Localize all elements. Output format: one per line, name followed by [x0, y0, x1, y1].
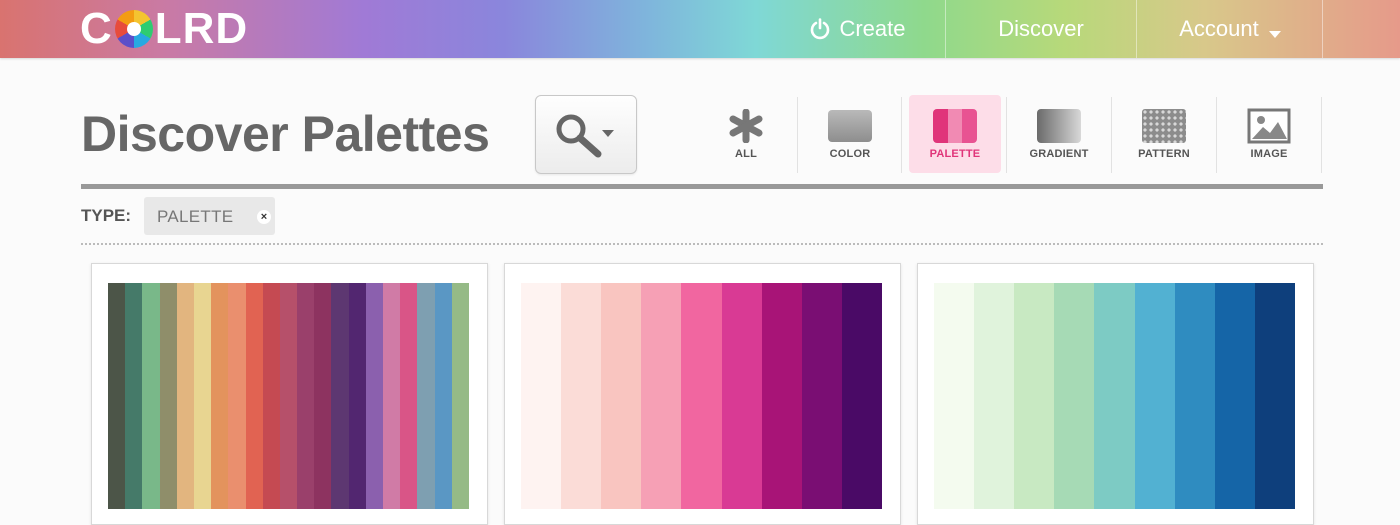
colrd-logo[interactable]: C LRD: [80, 4, 249, 53]
color-swatch: [974, 283, 1015, 509]
dotted-divider: [81, 243, 1323, 245]
caret-down-icon: [1268, 30, 1281, 38]
color-swatch: [841, 283, 882, 509]
magnifier-icon: [556, 114, 614, 158]
color-swatch: [721, 283, 762, 509]
color-swatch: [641, 283, 682, 509]
color-swatch: [365, 283, 383, 509]
header-rule: [81, 184, 1323, 189]
nav-discover[interactable]: Discover: [945, 0, 1136, 58]
gradient-icon: [1037, 109, 1081, 143]
nav-create[interactable]: Create: [770, 0, 945, 58]
color-swatch: [279, 283, 298, 509]
color-swatch: [1094, 283, 1135, 509]
color-swatch: [1174, 283, 1215, 509]
color-swatch: [451, 283, 469, 509]
palette-swatch-strip: [108, 283, 469, 509]
color-swatch: [193, 283, 212, 509]
color-swatch: [1214, 283, 1255, 509]
palette-swatch-strip: [521, 283, 882, 509]
filter-gradient[interactable]: GRADIENT: [1007, 95, 1111, 175]
color-swatch: [262, 283, 280, 509]
logo-letters-lrd: LRD: [154, 4, 249, 53]
filter-pattern[interactable]: PATTERN: [1112, 95, 1216, 175]
pattern-icon: [1142, 109, 1186, 143]
color-swatch: [142, 283, 160, 509]
image-icon: [1247, 108, 1291, 144]
type-filter-tag: PALETTE ×: [144, 197, 275, 235]
nav-create-label: Create: [839, 16, 906, 41]
filter-color-label: COLOR: [829, 148, 871, 160]
palette-card[interactable]: [504, 263, 901, 525]
palette-card[interactable]: [91, 263, 488, 525]
color-swatch: [521, 283, 562, 509]
color-swatch: [801, 283, 842, 509]
color-swatch: [1134, 283, 1175, 509]
color-swatch: [417, 283, 435, 509]
palette-card[interactable]: [917, 263, 1314, 525]
divider: [1321, 97, 1322, 173]
filter-image[interactable]: IMAGE: [1217, 95, 1321, 175]
color-swatch: [761, 283, 802, 509]
color-wheel-icon: [114, 10, 153, 48]
nav-spacer: [1322, 0, 1400, 58]
logo-letter-c: C: [80, 4, 113, 53]
color-swatch: [211, 283, 229, 509]
color-swatch: [400, 283, 418, 509]
color-swatch: [601, 283, 642, 509]
filter-all[interactable]: ALL: [694, 95, 798, 175]
color-swatch: [297, 283, 315, 509]
color-swatch: [331, 283, 349, 509]
color-swatch-icon: [828, 110, 872, 142]
type-filter-tag-text: PALETTE: [157, 207, 234, 226]
palette-icon: [933, 109, 977, 143]
nav-discover-label: Discover: [998, 16, 1084, 41]
color-swatch: [934, 283, 975, 509]
color-swatch: [159, 283, 177, 509]
color-swatch: [125, 283, 143, 509]
color-swatch: [1014, 283, 1055, 509]
color-swatch: [1254, 283, 1295, 509]
filter-gradient-label: GRADIENT: [1029, 148, 1089, 160]
filter-palette-label: PALETTE: [929, 148, 981, 160]
filter-color[interactable]: COLOR: [798, 95, 902, 175]
asterisk-icon: [729, 109, 763, 143]
divider: [901, 97, 902, 173]
filter-image-label: IMAGE: [1250, 148, 1288, 160]
filter-palette[interactable]: PALETTE: [909, 95, 1001, 173]
filter-pattern-label: PATTERN: [1138, 148, 1190, 160]
color-swatch: [561, 283, 602, 509]
type-filter-label: TYPE:: [81, 206, 132, 225]
color-swatch: [383, 283, 401, 509]
color-swatch: [228, 283, 246, 509]
nav-account[interactable]: Account: [1136, 0, 1323, 58]
color-swatch: [314, 283, 332, 509]
search-dropdown-button[interactable]: [535, 95, 637, 174]
top-nav-bar: C LRD Create Discover Account: [0, 0, 1400, 58]
remove-filter-icon[interactable]: ×: [257, 210, 271, 224]
color-swatch: [176, 283, 194, 509]
page-title: Discover Palettes: [81, 106, 490, 162]
color-swatch: [681, 283, 722, 509]
color-swatch: [108, 283, 126, 509]
filter-all-label: ALL: [735, 148, 757, 160]
color-swatch: [434, 283, 452, 509]
color-swatch: [245, 283, 263, 509]
color-swatch: [348, 283, 366, 509]
color-swatch: [1054, 283, 1095, 509]
nav-account-label: Account: [1179, 16, 1259, 41]
palette-swatch-strip: [934, 283, 1295, 509]
power-icon: [811, 18, 830, 40]
